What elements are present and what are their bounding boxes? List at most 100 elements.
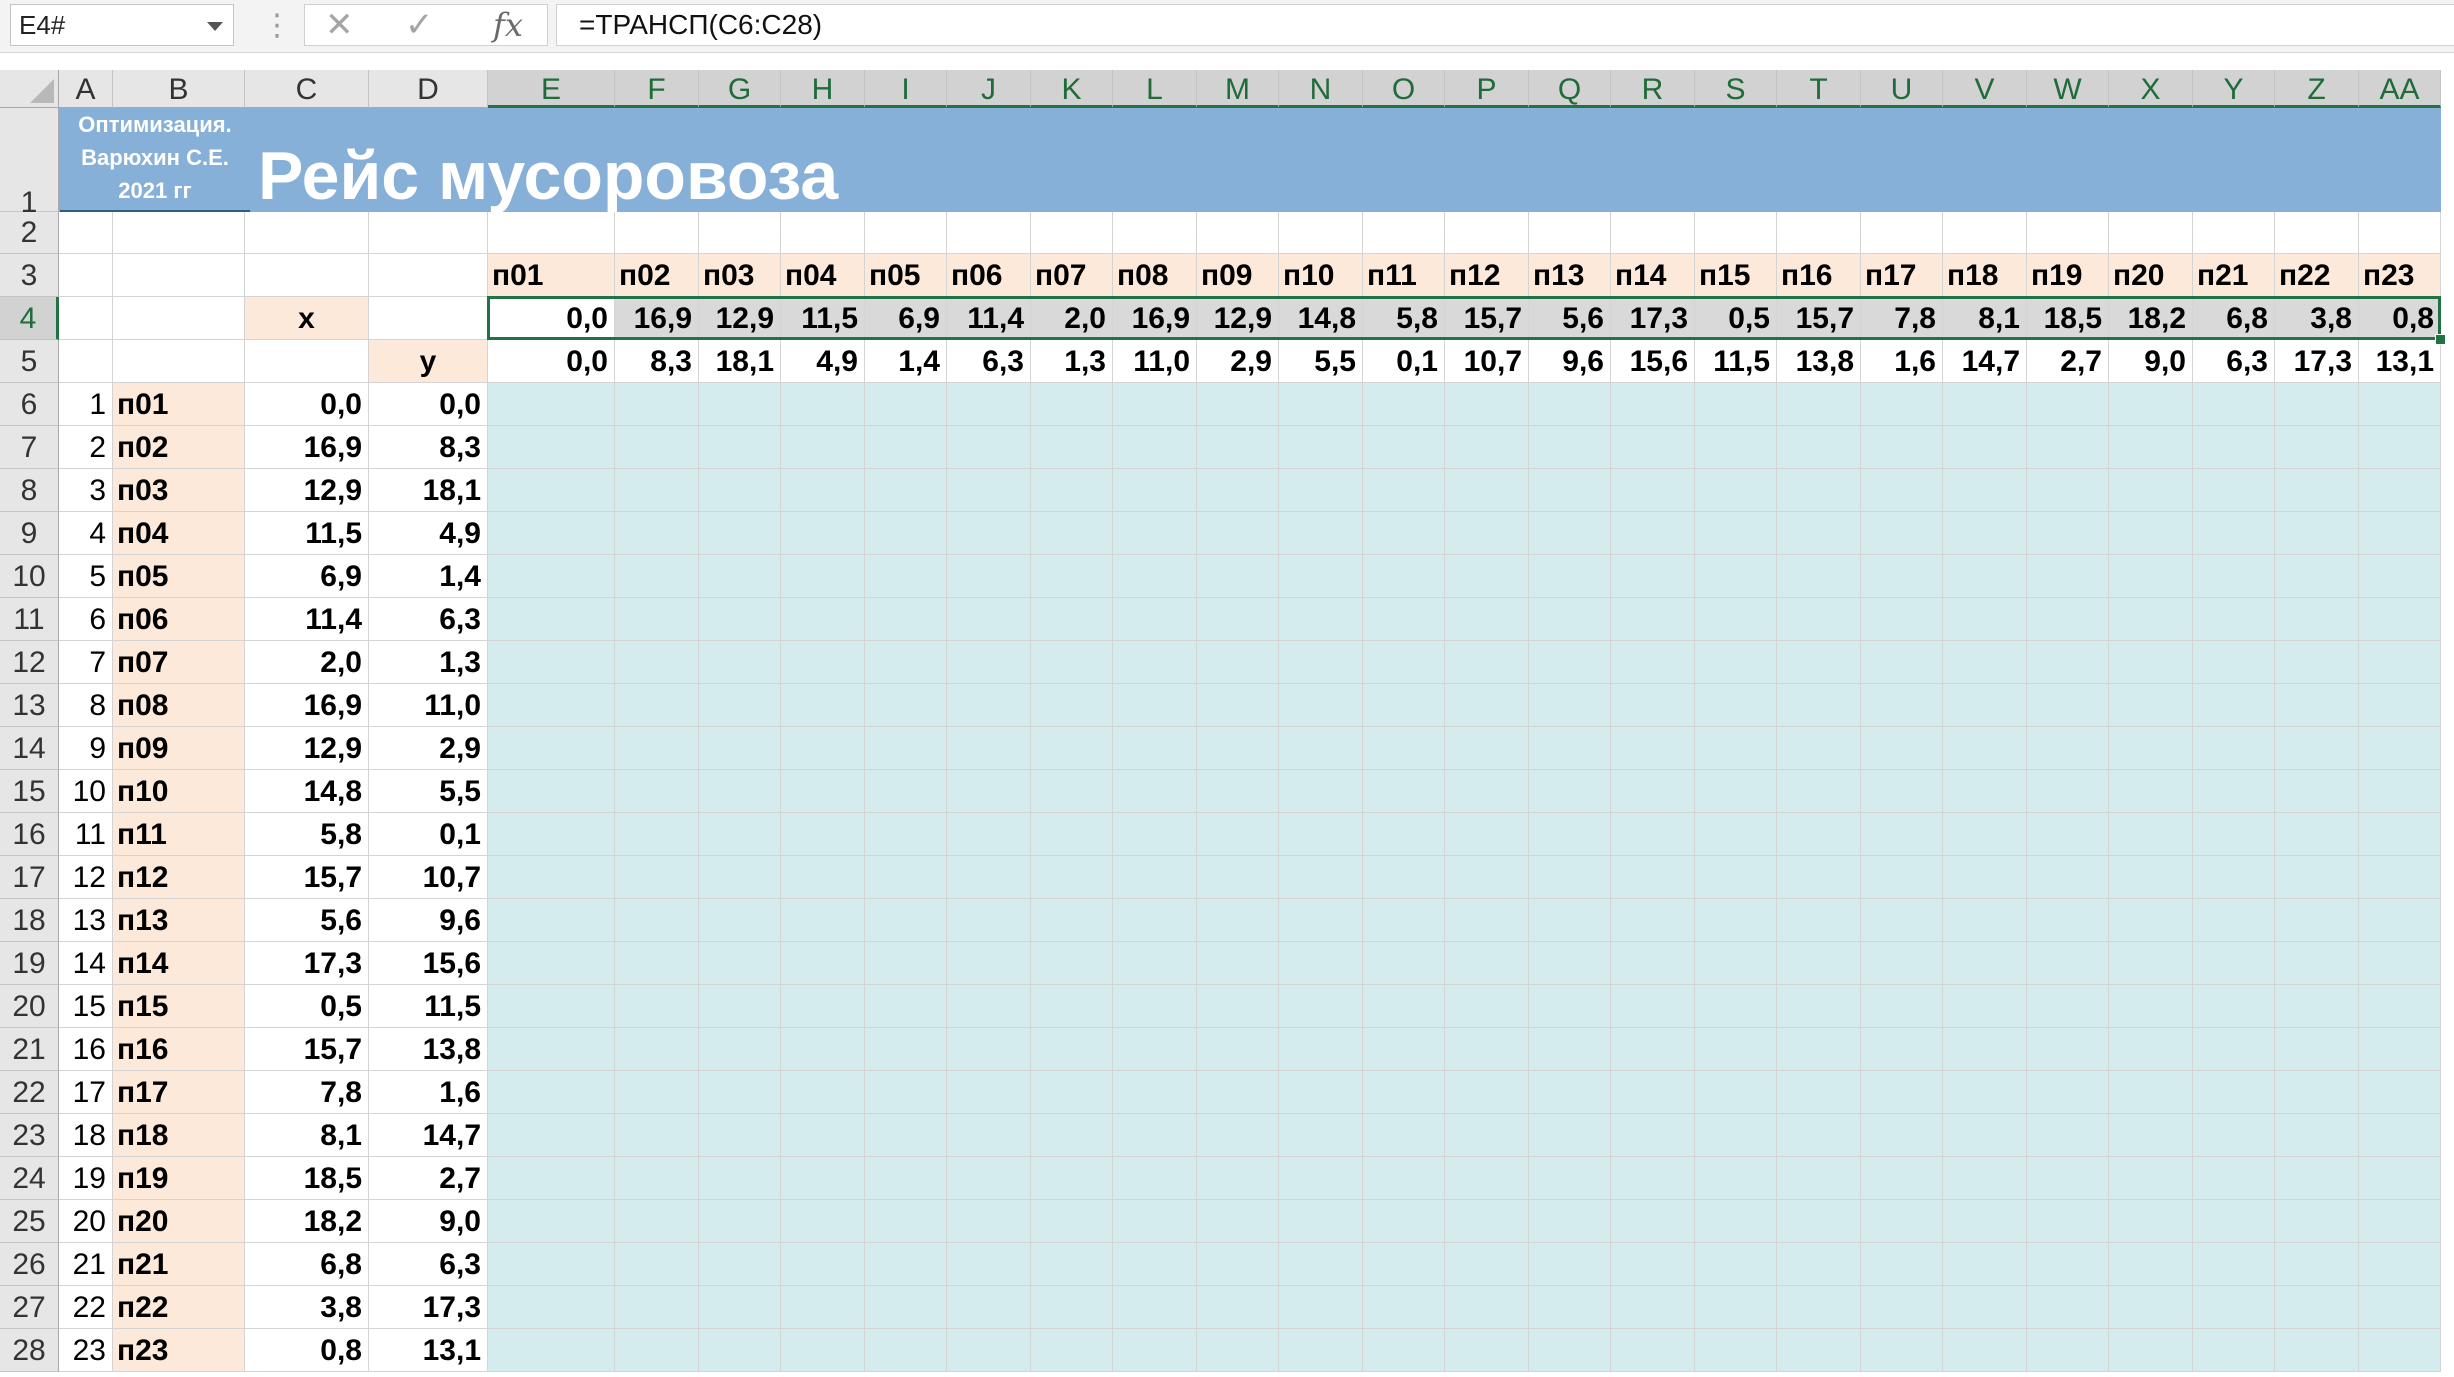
cell-f10[interactable]: [615, 555, 699, 598]
cell-aa24[interactable]: [2359, 1157, 2441, 1200]
cell-v9[interactable]: [1943, 512, 2027, 555]
point-x[interactable]: 17,3: [245, 942, 369, 985]
cell-k21[interactable]: [1031, 1028, 1113, 1071]
cell-k27[interactable]: [1031, 1286, 1113, 1329]
cell-h15[interactable]: [781, 770, 865, 813]
point-index[interactable]: 22: [59, 1286, 113, 1329]
point-name[interactable]: п10: [113, 770, 245, 813]
cell-v20[interactable]: [1943, 985, 2027, 1028]
point-y[interactable]: 11,0: [369, 684, 488, 727]
cell-q28[interactable]: [1529, 1329, 1611, 1372]
chevron-down-icon[interactable]: [207, 22, 223, 31]
cell-n17[interactable]: [1279, 856, 1363, 899]
cell-f25[interactable]: [615, 1200, 699, 1243]
cell-m19[interactable]: [1197, 942, 1279, 985]
transposed-name[interactable]: п11: [1363, 254, 1445, 297]
cell-k18[interactable]: [1031, 899, 1113, 942]
cell-q25[interactable]: [1529, 1200, 1611, 1243]
cell-y16[interactable]: [2193, 813, 2275, 856]
cell-p13[interactable]: [1445, 684, 1529, 727]
cell-h13[interactable]: [781, 684, 865, 727]
point-y[interactable]: 2,7: [369, 1157, 488, 1200]
cell-r25[interactable]: [1611, 1200, 1695, 1243]
cell-h6[interactable]: [781, 383, 865, 426]
cell-v11[interactable]: [1943, 598, 2027, 641]
transposed-x[interactable]: 12,9: [1197, 297, 1279, 340]
cell-f26[interactable]: [615, 1243, 699, 1286]
cell-z2[interactable]: [2275, 212, 2359, 254]
cell-g22[interactable]: [699, 1071, 781, 1114]
point-x[interactable]: 7,8: [245, 1071, 369, 1114]
cell-f7[interactable]: [615, 426, 699, 469]
cell-r16[interactable]: [1611, 813, 1695, 856]
cell-g21[interactable]: [699, 1028, 781, 1071]
cell-n23[interactable]: [1279, 1114, 1363, 1157]
cell-i18[interactable]: [865, 899, 947, 942]
cell-x21[interactable]: [2109, 1028, 2193, 1071]
title-band-cell[interactable]: [1777, 108, 1861, 212]
cell-n12[interactable]: [1279, 641, 1363, 684]
point-x[interactable]: 16,9: [245, 426, 369, 469]
column-header-y[interactable]: Y: [2193, 70, 2275, 108]
cell-aa18[interactable]: [2359, 899, 2441, 942]
transposed-x[interactable]: 15,7: [1445, 297, 1529, 340]
cell-l27[interactable]: [1113, 1286, 1197, 1329]
cell-z11[interactable]: [2275, 598, 2359, 641]
point-x[interactable]: 8,1: [245, 1114, 369, 1157]
transposed-y[interactable]: 9,6: [1529, 340, 1611, 383]
cell-j26[interactable]: [947, 1243, 1031, 1286]
cell-b5[interactable]: [113, 340, 245, 383]
point-y[interactable]: 11,5: [369, 985, 488, 1028]
cell-j15[interactable]: [947, 770, 1031, 813]
cell-p15[interactable]: [1445, 770, 1529, 813]
cell-e26[interactable]: [488, 1243, 615, 1286]
transposed-x[interactable]: 6,9: [865, 297, 947, 340]
cell-x9[interactable]: [2109, 512, 2193, 555]
cell-s28[interactable]: [1695, 1329, 1777, 1372]
cell-v28[interactable]: [1943, 1329, 2027, 1372]
cell-p21[interactable]: [1445, 1028, 1529, 1071]
point-x[interactable]: 5,6: [245, 899, 369, 942]
point-index[interactable]: 11: [59, 813, 113, 856]
cell-j16[interactable]: [947, 813, 1031, 856]
cell-h24[interactable]: [781, 1157, 865, 1200]
cell-w10[interactable]: [2027, 555, 2109, 598]
cell-i20[interactable]: [865, 985, 947, 1028]
cell-v27[interactable]: [1943, 1286, 2027, 1329]
column-header-m[interactable]: M: [1197, 70, 1279, 108]
cell-m8[interactable]: [1197, 469, 1279, 512]
cell-o22[interactable]: [1363, 1071, 1445, 1114]
row-header-23[interactable]: 23: [0, 1114, 59, 1157]
cell-s20[interactable]: [1695, 985, 1777, 1028]
column-header-t[interactable]: T: [1777, 70, 1861, 108]
cell-e6[interactable]: [488, 383, 615, 426]
cell-z28[interactable]: [2275, 1329, 2359, 1372]
cell-r24[interactable]: [1611, 1157, 1695, 1200]
cell-x18[interactable]: [2109, 899, 2193, 942]
cell-m23[interactable]: [1197, 1114, 1279, 1157]
cell-k15[interactable]: [1031, 770, 1113, 813]
cell-o8[interactable]: [1363, 469, 1445, 512]
cell-m26[interactable]: [1197, 1243, 1279, 1286]
cell-j20[interactable]: [947, 985, 1031, 1028]
cell-k10[interactable]: [1031, 555, 1113, 598]
cell-u12[interactable]: [1861, 641, 1943, 684]
cell-g24[interactable]: [699, 1157, 781, 1200]
header-y[interactable]: y: [369, 340, 488, 383]
cell-h20[interactable]: [781, 985, 865, 1028]
cell-n28[interactable]: [1279, 1329, 1363, 1372]
transposed-x[interactable]: 5,6: [1529, 297, 1611, 340]
cell-j19[interactable]: [947, 942, 1031, 985]
cell-l7[interactable]: [1113, 426, 1197, 469]
cell-t22[interactable]: [1777, 1071, 1861, 1114]
cell-l26[interactable]: [1113, 1243, 1197, 1286]
cell-o15[interactable]: [1363, 770, 1445, 813]
cell-k24[interactable]: [1031, 1157, 1113, 1200]
cell-p9[interactable]: [1445, 512, 1529, 555]
cell-h10[interactable]: [781, 555, 865, 598]
cell-n24[interactable]: [1279, 1157, 1363, 1200]
row-header-1[interactable]: 1: [0, 108, 59, 219]
cell-u23[interactable]: [1861, 1114, 1943, 1157]
cell-i23[interactable]: [865, 1114, 947, 1157]
cell-j10[interactable]: [947, 555, 1031, 598]
